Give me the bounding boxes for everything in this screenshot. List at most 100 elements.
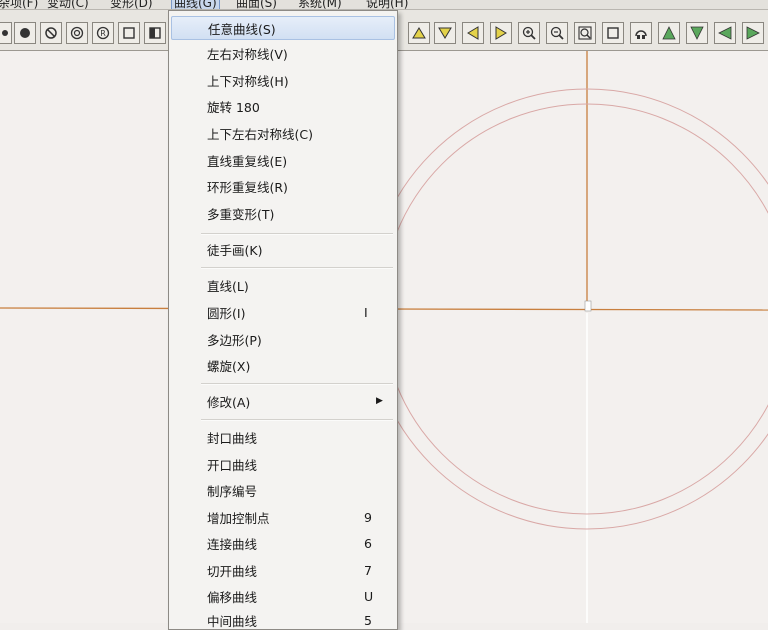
svg-text:R: R bbox=[100, 29, 106, 38]
menu-item-shortcut: 6 bbox=[364, 535, 372, 551]
cursor-marker bbox=[584, 300, 592, 312]
window-icon bbox=[607, 27, 619, 39]
arrow-right-icon bbox=[746, 26, 760, 40]
menu-item-label: 多边形(P) bbox=[207, 332, 262, 348]
menu-separator bbox=[201, 419, 393, 421]
menu-item-label: 制序编号 bbox=[207, 483, 258, 499]
menu-curve[interactable]: 曲线(G) bbox=[171, 0, 220, 9]
pan-right-button[interactable] bbox=[742, 22, 764, 44]
zoom-in-button[interactable] bbox=[518, 22, 540, 44]
zoom-in-icon bbox=[522, 26, 536, 40]
menu-item-ud-symmetric[interactable]: 上下对称线(H) bbox=[171, 68, 395, 92]
pan-up-button[interactable] bbox=[658, 22, 680, 44]
menu-item-rotate-180[interactable]: 旋转 180 bbox=[171, 94, 395, 118]
move-down-button[interactable] bbox=[434, 22, 456, 44]
menu-item-join-curve[interactable]: 连接曲线 6 bbox=[171, 531, 395, 555]
menu-item-label: 切开曲线 bbox=[207, 563, 258, 579]
menu-item-sequence-number[interactable]: 制序编号 bbox=[171, 478, 395, 502]
menu-item-modify[interactable]: 修改(A) ▶ bbox=[171, 389, 395, 413]
menu-item-shortcut: 7 bbox=[364, 562, 372, 578]
curve-dropdown-menu: 任意曲线(S) 左右对称线(V) 上下对称线(H) 旋转 180 上下左右对称线… bbox=[168, 10, 398, 630]
square-icon bbox=[123, 27, 135, 39]
menu-item-label: 偏移曲线 bbox=[207, 589, 258, 605]
menu-item-linear-repeat[interactable]: 直线重复线(E) bbox=[171, 148, 395, 172]
menu-item-shortcut: I bbox=[364, 304, 368, 320]
triangle-right-icon bbox=[495, 26, 507, 40]
triangle-down-icon bbox=[438, 27, 452, 39]
circle-r-icon: R bbox=[96, 26, 110, 40]
triangle-up-icon bbox=[412, 27, 426, 39]
menu-item-offset-curve[interactable]: 偏移曲线 U bbox=[171, 584, 395, 608]
ring-tool-button[interactable] bbox=[66, 22, 88, 44]
menu-item-open-curve[interactable]: 开口曲线 bbox=[171, 452, 395, 476]
menu-surface[interactable]: 曲面(S) bbox=[236, 0, 277, 9]
half-square-button[interactable] bbox=[144, 22, 166, 44]
menu-transform[interactable]: 变形(D) bbox=[110, 0, 153, 9]
partial-tool-button[interactable] bbox=[0, 22, 12, 44]
filled-circle-icon bbox=[20, 28, 30, 38]
arrow-down-icon bbox=[690, 26, 704, 40]
menu-item-label: 直线重复线(E) bbox=[207, 153, 288, 169]
submenu-arrow-icon: ▶ bbox=[376, 396, 383, 406]
zoom-out-button[interactable] bbox=[546, 22, 568, 44]
menu-item-label: 封口曲线 bbox=[207, 430, 258, 446]
move-up-button[interactable] bbox=[408, 22, 430, 44]
ring-icon bbox=[70, 26, 84, 40]
rotate-view-button[interactable] bbox=[630, 22, 652, 44]
menu-separator bbox=[201, 267, 393, 269]
menu-item-circle[interactable]: 圆形(I) I bbox=[171, 300, 395, 324]
menu-item-label: 多重变形(T) bbox=[207, 206, 275, 222]
menu-item-label: 增加控制点 bbox=[207, 510, 270, 526]
menu-item-label: 修改(A) bbox=[207, 394, 251, 410]
arrow-up-icon bbox=[662, 26, 676, 40]
menu-item-close-curve[interactable]: 封口曲线 bbox=[171, 425, 395, 449]
pan-down-button[interactable] bbox=[686, 22, 708, 44]
menu-item-label: 旋转 180 bbox=[207, 99, 260, 115]
menu-item-label: 螺旋(X) bbox=[207, 358, 251, 374]
menu-item-label: 圆形(I) bbox=[207, 305, 246, 321]
delete-point-button[interactable] bbox=[40, 22, 62, 44]
menu-change[interactable]: 变动(C) bbox=[47, 0, 89, 9]
menu-item-shortcut: 5 bbox=[364, 612, 372, 628]
menu-item-udlr-symmetric[interactable]: 上下左右对称线(C) bbox=[171, 121, 395, 145]
menu-bar: 杂项(F) 变动(C) 变形(D) 曲线(G) 曲面(S) 系统(M) 说明(H… bbox=[0, 0, 768, 10]
menu-item-polygon[interactable]: 多边形(P) bbox=[171, 327, 395, 351]
menu-separator bbox=[201, 233, 393, 235]
menu-item-label: 任意曲线(S) bbox=[208, 21, 276, 37]
menu-item-shortcut: U bbox=[364, 588, 374, 604]
menu-item-middle-curve[interactable]: 中间曲线 5 bbox=[171, 608, 395, 629]
square-tool-button[interactable] bbox=[118, 22, 140, 44]
circle-slash-icon bbox=[45, 27, 57, 39]
menu-item-label: 左右对称线(V) bbox=[207, 46, 288, 62]
menu-item-label: 中间曲线 bbox=[207, 613, 258, 629]
move-left-button[interactable] bbox=[462, 22, 484, 44]
menu-item-line[interactable]: 直线(L) bbox=[171, 273, 395, 297]
point-tool-button[interactable] bbox=[14, 22, 36, 44]
menu-item-label: 直线(L) bbox=[207, 278, 249, 294]
half-square-icon bbox=[149, 27, 161, 39]
window-view-button[interactable] bbox=[602, 22, 624, 44]
menu-item-cut-curve[interactable]: 切开曲线 7 bbox=[171, 558, 395, 582]
zoom-fit-button[interactable] bbox=[574, 22, 596, 44]
menu-misc[interactable]: 杂项(F) bbox=[0, 0, 38, 9]
move-right-button[interactable] bbox=[490, 22, 512, 44]
menu-item-label: 上下左右对称线(C) bbox=[207, 126, 313, 142]
menu-item-multi-transform[interactable]: 多重变形(T) bbox=[171, 201, 395, 225]
arrow-left-icon bbox=[718, 26, 732, 40]
menu-item-label: 连接曲线 bbox=[207, 536, 258, 552]
menu-item-label: 上下对称线(H) bbox=[207, 73, 289, 89]
menu-item-lr-symmetric[interactable]: 左右对称线(V) bbox=[171, 41, 395, 65]
menu-item-freehand[interactable]: 徒手画(K) bbox=[171, 237, 395, 261]
menu-item-free-curve[interactable]: 任意曲线(S) bbox=[171, 16, 395, 40]
menu-item-label: 环形重复线(R) bbox=[207, 179, 288, 195]
menu-item-spiral[interactable]: 螺旋(X) bbox=[171, 353, 395, 377]
menu-item-label: 徒手画(K) bbox=[207, 242, 263, 258]
menu-item-add-control-point[interactable]: 增加控制点 9 bbox=[171, 505, 395, 529]
rotate-point-button[interactable]: R bbox=[92, 22, 114, 44]
menu-separator bbox=[201, 383, 393, 385]
menu-item-ring-repeat[interactable]: 环形重复线(R) bbox=[171, 174, 395, 198]
menu-system[interactable]: 系统(M) bbox=[298, 0, 342, 9]
pan-left-button[interactable] bbox=[714, 22, 736, 44]
menu-item-label: 开口曲线 bbox=[207, 457, 258, 473]
menu-help[interactable]: 说明(H) bbox=[366, 0, 408, 9]
